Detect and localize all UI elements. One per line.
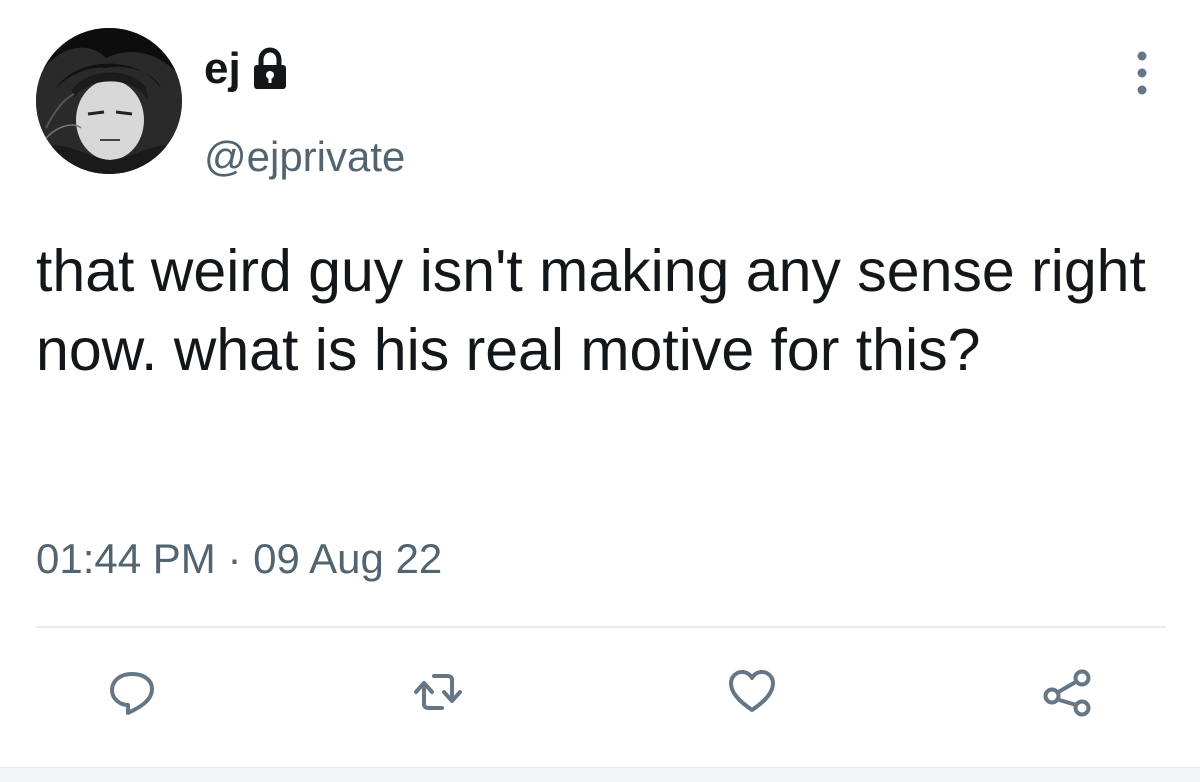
tweet-text: that weird guy isn't making any sense ri… <box>36 238 1146 383</box>
retweet-icon <box>414 674 462 710</box>
heart-icon <box>729 670 775 712</box>
more-vertical-icon[interactable] <box>1134 50 1150 96</box>
author-display-name[interactable]: ej <box>204 47 241 91</box>
divider <box>36 626 1166 628</box>
share-icon <box>1043 669 1091 717</box>
tweet-card: ej @ejprivate that weird guy isn't makin… <box>0 0 1200 782</box>
reply-button[interactable] <box>104 664 160 720</box>
lock-icon <box>253 47 286 89</box>
author-name-row: ej <box>204 46 293 92</box>
bottom-border <box>0 767 1200 782</box>
avatar-image <box>36 28 182 174</box>
tweet-timestamp[interactable]: 01:44 PM · 09 Aug 22 <box>36 538 442 580</box>
action-bar <box>0 664 1200 728</box>
reply-icon <box>110 672 154 715</box>
like-button[interactable] <box>724 664 780 720</box>
author-handle[interactable]: @ejprivate <box>204 136 405 178</box>
avatar[interactable] <box>36 28 182 174</box>
retweet-button[interactable] <box>410 664 466 720</box>
share-button[interactable] <box>1040 664 1096 720</box>
